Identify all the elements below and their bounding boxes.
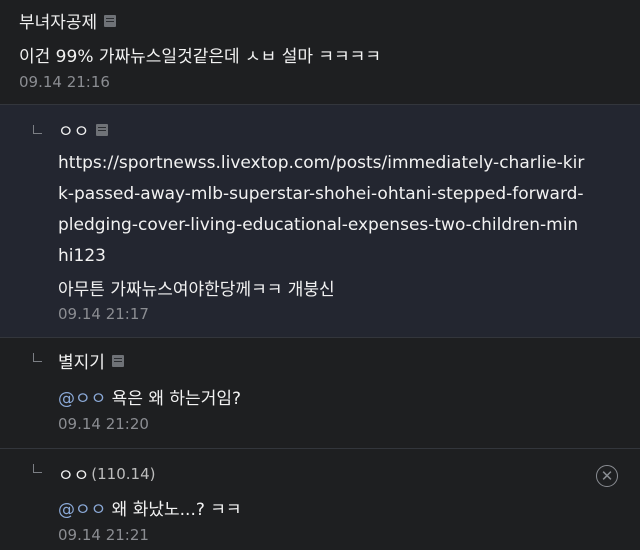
- author-nickname[interactable]: 별지기: [58, 348, 105, 373]
- mention-link[interactable]: @ㅇㅇ: [58, 500, 106, 520]
- reply-arrow-icon: [33, 464, 42, 473]
- writer-icon: [111, 354, 124, 367]
- author-nickname[interactable]: ㅇㅇ: [58, 117, 89, 142]
- delete-icon[interactable]: ✕: [596, 465, 618, 487]
- comment-link-line[interactable]: k-passed-away-mlb-superstar-shohei-ohtan…: [58, 184, 584, 204]
- reply-arrow-icon: [33, 125, 42, 134]
- writer-icon: [104, 14, 117, 27]
- writer-icon: [96, 123, 109, 136]
- reply-comment: ㅇㅇ https://sportnewss.livextop.com/posts…: [0, 104, 640, 337]
- comment-date: 09.14 21:20: [58, 415, 149, 433]
- comment-text: 이건 99% 가짜뉴스일것같은데 ㅅㅂ 설마 ㅋㅋㅋㅋ: [19, 47, 381, 67]
- comment-author[interactable]: 별지기: [58, 348, 124, 373]
- comment-date: 09.14 21:17: [58, 305, 149, 323]
- comment-text-body: 욕은 왜 하는거임?: [106, 389, 241, 409]
- comment-link-line[interactable]: https://sportnewss.livextop.com/posts/im…: [58, 153, 584, 173]
- reply-comment: ㅇㅇ (110.14) ✕ @ㅇㅇ 왜 화났노...? ㅋㅋ 09.14 21:…: [0, 448, 640, 550]
- author-ip: (110.14): [91, 464, 156, 483]
- author-nickname[interactable]: 부녀자공제: [19, 8, 97, 33]
- comment-text: 아무튼 가짜뉴스여야한당께ㅋㅋ 개붕신: [58, 280, 335, 300]
- comment-thread: 부녀자공제 이건 99% 가짜뉴스일것같은데 ㅅㅂ 설마 ㅋㅋㅋㅋ 09.14 …: [0, 0, 640, 550]
- mention-link[interactable]: @ㅇㅇ: [58, 389, 106, 409]
- comment-link-line[interactable]: pledging-cover-living-educational-expens…: [58, 215, 578, 235]
- comment: 부녀자공제 이건 99% 가짜뉴스일것같은데 ㅅㅂ 설마 ㅋㅋㅋㅋ 09.14 …: [0, 0, 640, 104]
- comment-date: 09.14 21:16: [19, 73, 110, 91]
- comment-author[interactable]: ㅇㅇ (110.14): [58, 461, 156, 487]
- comment-date: 09.14 21:21: [58, 526, 149, 544]
- comment-author[interactable]: 부녀자공제: [19, 8, 117, 33]
- reply-arrow-icon: [33, 353, 42, 362]
- author-nickname[interactable]: ㅇㅇ: [58, 461, 89, 486]
- comment-text-body: 왜 화났노...? ㅋㅋ: [106, 500, 242, 520]
- comment-text: @ㅇㅇ 왜 화났노...? ㅋㅋ: [58, 495, 242, 520]
- comment-text: @ㅇㅇ 욕은 왜 하는거임?: [58, 384, 241, 409]
- reply-comment: 별지기 @ㅇㅇ 욕은 왜 하는거임? 09.14 21:20: [0, 337, 640, 448]
- comment-link-line[interactable]: hi123: [58, 246, 106, 266]
- comment-author[interactable]: ㅇㅇ: [58, 117, 109, 142]
